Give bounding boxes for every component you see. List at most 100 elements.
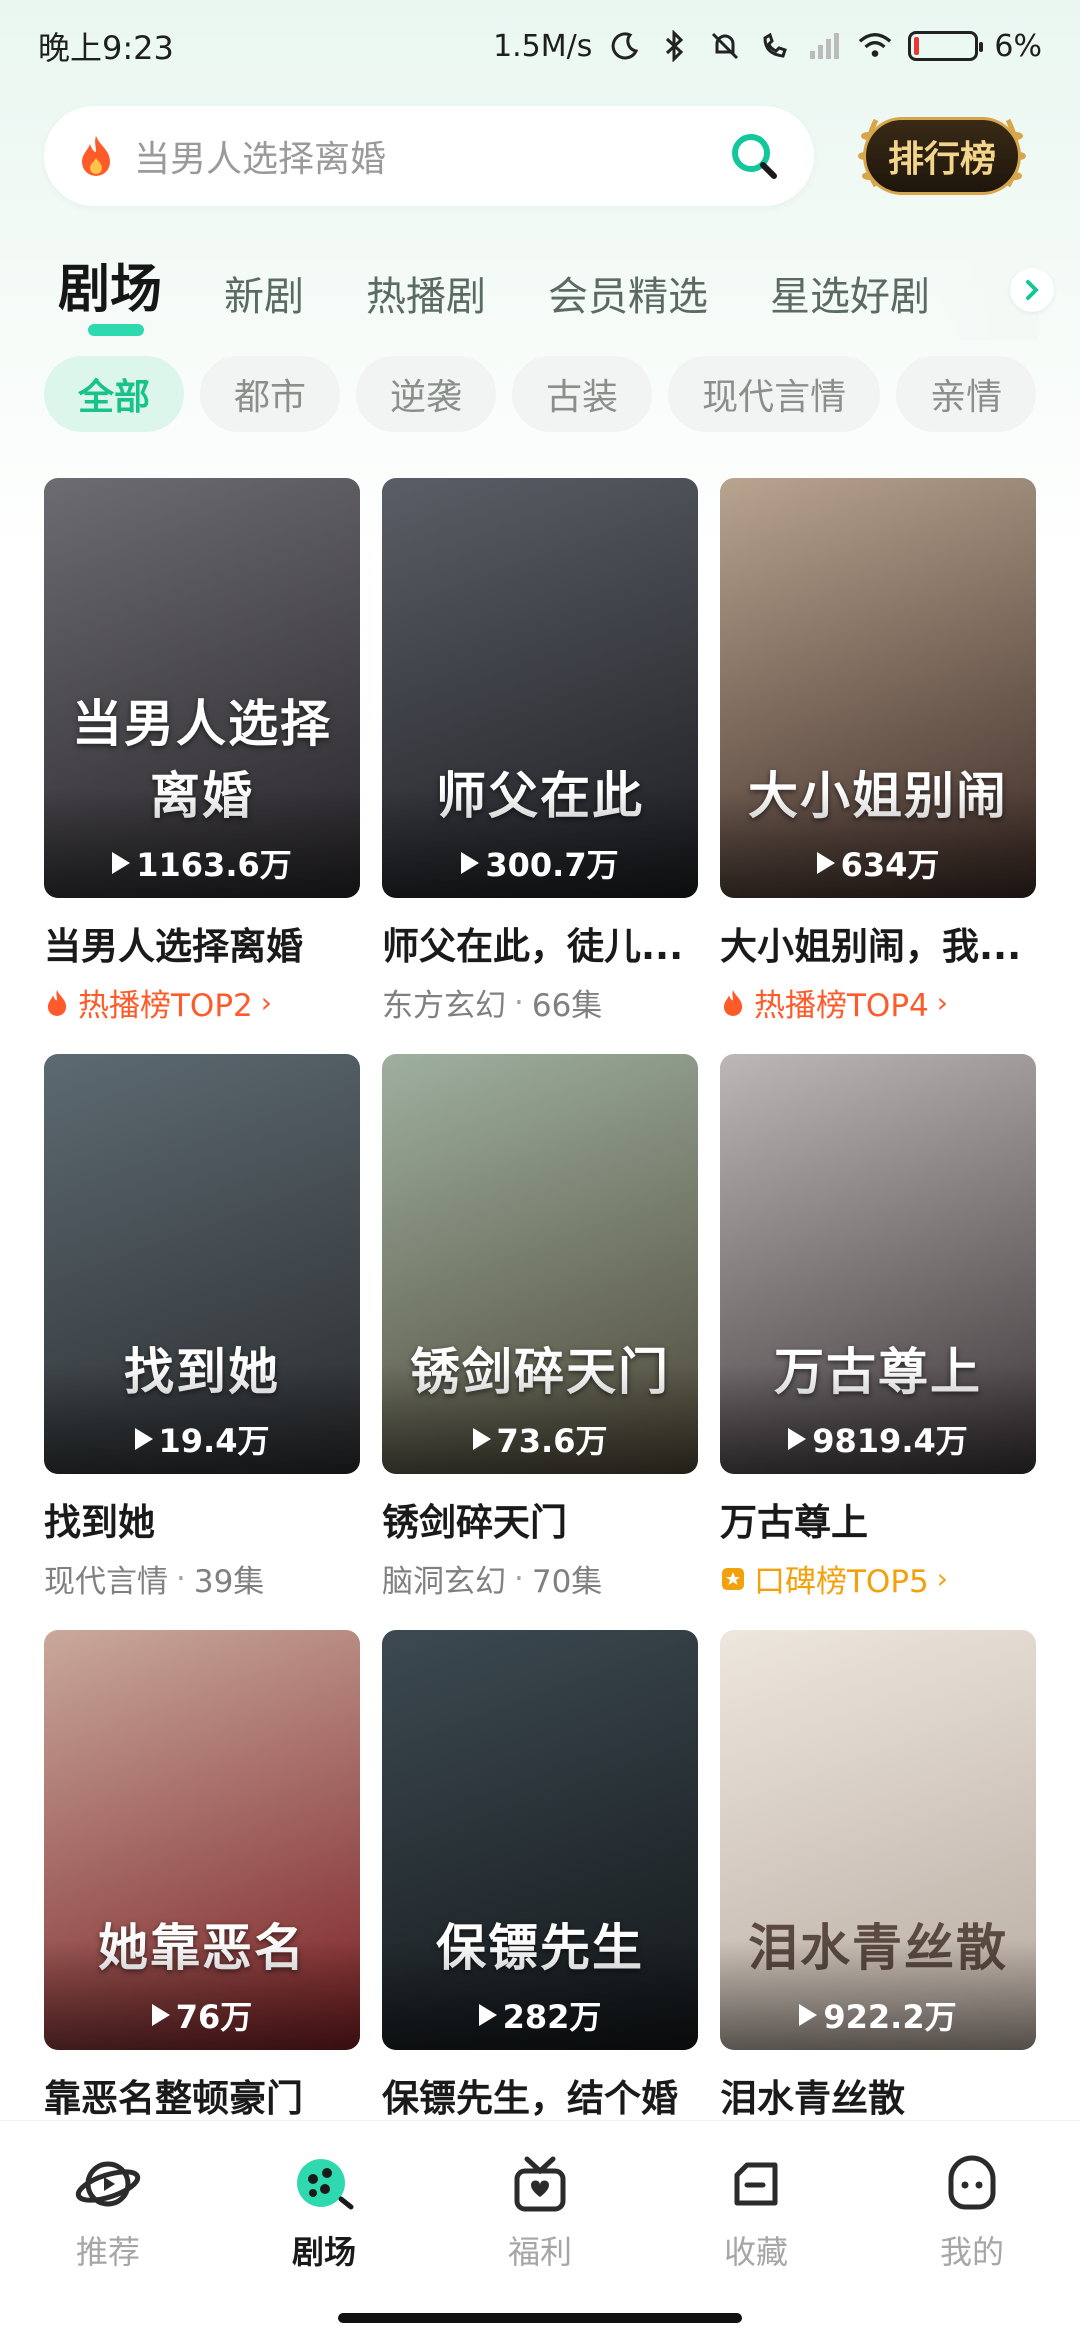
play-count: 19.4万 bbox=[44, 1416, 360, 1462]
play-count: 76万 bbox=[44, 1992, 360, 2038]
play-icon bbox=[134, 1428, 153, 1450]
battery-percent: 6% bbox=[994, 28, 1042, 64]
play-icon bbox=[461, 852, 480, 874]
drama-poster[interactable]: 万古尊上 9819.4万 bbox=[720, 1054, 1036, 1474]
chevron-right-icon bbox=[1026, 280, 1039, 300]
rank-list-label: 排行榜 bbox=[862, 117, 1021, 195]
drama-card[interactable]: 大小姐别闹 634万 大小姐别闹，我... 热播榜TOP4› bbox=[720, 478, 1036, 1054]
status-icons: 1.5M/s 6% bbox=[493, 29, 1042, 64]
chevron-right-icon: › bbox=[936, 986, 948, 1019]
home-indicator bbox=[338, 2313, 742, 2323]
battery-icon bbox=[908, 31, 984, 61]
genre-filter-chips: 全部 都市 逆袭 古装 现代言情 亲情 bbox=[44, 356, 1080, 432]
drama-title[interactable]: 泪水青丝散 bbox=[720, 2068, 1036, 2122]
drama-card[interactable]: 找到她 19.4万 找到她 现代言情·39集 bbox=[44, 1054, 360, 1630]
search-input[interactable]: 当男人选择离婚 bbox=[44, 106, 814, 206]
play-icon bbox=[788, 1428, 807, 1450]
play-icon bbox=[816, 852, 835, 874]
rank-tag[interactable]: 热播榜TOP2 › bbox=[44, 980, 360, 1025]
chip-costume[interactable]: 古装 bbox=[512, 356, 653, 432]
drama-title[interactable]: 当男人选择离婚 bbox=[44, 916, 360, 970]
chip-family[interactable]: 亲情 bbox=[896, 356, 1037, 432]
chevron-right-icon: › bbox=[260, 986, 272, 1019]
drama-title[interactable]: 大小姐别闹，我... bbox=[720, 916, 1036, 970]
call-off-icon bbox=[758, 29, 792, 63]
search-row: 当男人选择离婚 排行榜 bbox=[44, 106, 1036, 206]
drama-poster[interactable]: 泪水青丝散 922.2万 bbox=[720, 1630, 1036, 2050]
drama-title[interactable]: 万古尊上 bbox=[720, 1492, 1036, 1546]
drama-title[interactable]: 找到她 bbox=[44, 1492, 360, 1546]
theater-icon bbox=[297, 2159, 354, 2210]
drama-card[interactable]: 万古尊上 9819.4万 万古尊上 口碑榜TOP5› bbox=[720, 1054, 1036, 1630]
tab-hot[interactable]: 热播剧 bbox=[366, 264, 486, 340]
drama-title[interactable]: 保镖先生，结个婚 bbox=[382, 2068, 698, 2122]
mute-bell-icon bbox=[708, 29, 742, 63]
drama-card[interactable]: 师父在此 300.7万 师父在此，徒儿... 东方玄幻·66集 bbox=[382, 478, 698, 1054]
drama-title[interactable]: 靠恶名整顿豪门 bbox=[44, 2068, 360, 2122]
play-icon bbox=[472, 1428, 491, 1450]
category-tabs: 剧场 新剧 热播剧 会员精选 星选好剧 bbox=[58, 250, 1038, 340]
drama-poster[interactable]: 她靠恶名 76万 bbox=[44, 1630, 360, 2050]
drama-poster[interactable]: 师父在此 300.7万 bbox=[382, 478, 698, 898]
chip-all[interactable]: 全部 bbox=[44, 356, 185, 432]
drama-title[interactable]: 锈剑碎天门 bbox=[382, 1492, 698, 1546]
drama-poster[interactable]: 保镖先生 282万 bbox=[382, 1630, 698, 2050]
play-icon bbox=[151, 2004, 170, 2026]
chip-modern-romance[interactable]: 现代言情 bbox=[668, 356, 881, 432]
folder-icon bbox=[734, 2162, 778, 2206]
drama-card[interactable]: 当男人选择离婚 1163.6万 当男人选择离婚 热播榜TOP2› bbox=[44, 478, 360, 1054]
bluetooth-icon bbox=[658, 29, 692, 63]
play-icon bbox=[478, 2004, 497, 2026]
tab-star-picks[interactable]: 星选好剧 bbox=[770, 264, 930, 340]
drama-card[interactable]: 锈剑碎天门 73.6万 锈剑碎天门 脑洞玄幻·70集 bbox=[382, 1054, 698, 1630]
flame-icon bbox=[82, 136, 110, 176]
tab-vip[interactable]: 会员精选 bbox=[548, 264, 708, 340]
wifi-icon bbox=[858, 29, 892, 63]
profile-icon bbox=[948, 2155, 996, 2210]
drama-grid: 当男人选择离婚 1163.6万 当男人选择离婚 热播榜TOP2› 师父在此 30… bbox=[44, 478, 1044, 2206]
drama-meta: 脑洞玄幻 · 70集 bbox=[382, 1560, 603, 1601]
tab-new[interactable]: 新剧 bbox=[224, 264, 304, 340]
tab-theater[interactable]: 剧场 bbox=[58, 250, 162, 340]
gift-icon bbox=[514, 2156, 566, 2212]
moon-icon bbox=[608, 29, 642, 63]
search-placeholder: 当男人选择离婚 bbox=[134, 139, 387, 180]
network-speed: 1.5M/s bbox=[493, 28, 593, 64]
drama-title[interactable]: 师父在此，徒儿... bbox=[382, 916, 698, 970]
planet-play-icon bbox=[75, 2161, 141, 2207]
play-icon bbox=[799, 2004, 818, 2026]
flame-icon bbox=[723, 989, 743, 1016]
rank-tag[interactable]: 热播榜TOP4 › bbox=[720, 980, 1036, 1025]
play-count: 9819.4万 bbox=[720, 1416, 1036, 1462]
bottom-navigation: 推荐 剧场 福利 收藏 我的 bbox=[0, 2120, 1080, 2340]
tabs-more-button[interactable] bbox=[1010, 268, 1054, 312]
drama-poster[interactable]: 大小姐别闹 634万 bbox=[720, 478, 1036, 898]
drama-poster[interactable]: 找到她 19.4万 bbox=[44, 1054, 360, 1474]
status-bar: 晚上9:23 1.5M/s 6% bbox=[0, 0, 1080, 92]
status-time: 晚上9:23 bbox=[38, 29, 174, 67]
chip-urban[interactable]: 都市 bbox=[200, 356, 341, 432]
play-count: 1163.6万 bbox=[44, 840, 360, 886]
nav-favorites[interactable]: 收藏 bbox=[666, 2149, 846, 2273]
nav-profile[interactable]: 我的 bbox=[882, 2149, 1062, 2273]
rank-list-button[interactable]: 排行榜 bbox=[854, 106, 1030, 206]
play-icon bbox=[112, 852, 131, 874]
search-icon[interactable] bbox=[728, 130, 780, 182]
nav-recommend[interactable]: 推荐 bbox=[18, 2149, 198, 2273]
nav-theater[interactable]: 剧场 bbox=[234, 2149, 414, 2273]
play-count: 282万 bbox=[382, 1992, 698, 2038]
play-count: 73.6万 bbox=[382, 1416, 698, 1462]
chip-comeback[interactable]: 逆袭 bbox=[356, 356, 497, 432]
chevron-right-icon: › bbox=[936, 1562, 948, 1595]
drama-meta: 东方玄幻 · 66集 bbox=[382, 984, 603, 1025]
drama-poster[interactable]: 当男人选择离婚 1163.6万 bbox=[44, 478, 360, 898]
signal-icon bbox=[808, 29, 842, 63]
play-count: 300.7万 bbox=[382, 840, 698, 886]
nav-welfare[interactable]: 福利 bbox=[450, 2149, 630, 2273]
drama-poster[interactable]: 锈剑碎天门 73.6万 bbox=[382, 1054, 698, 1474]
praise-badge-icon bbox=[722, 1567, 744, 1590]
rank-tag[interactable]: 口碑榜TOP5 › bbox=[720, 1556, 1036, 1601]
flame-icon bbox=[47, 989, 67, 1016]
drama-meta: 现代言情 · 39集 bbox=[44, 1560, 265, 1601]
play-count: 634万 bbox=[720, 840, 1036, 886]
